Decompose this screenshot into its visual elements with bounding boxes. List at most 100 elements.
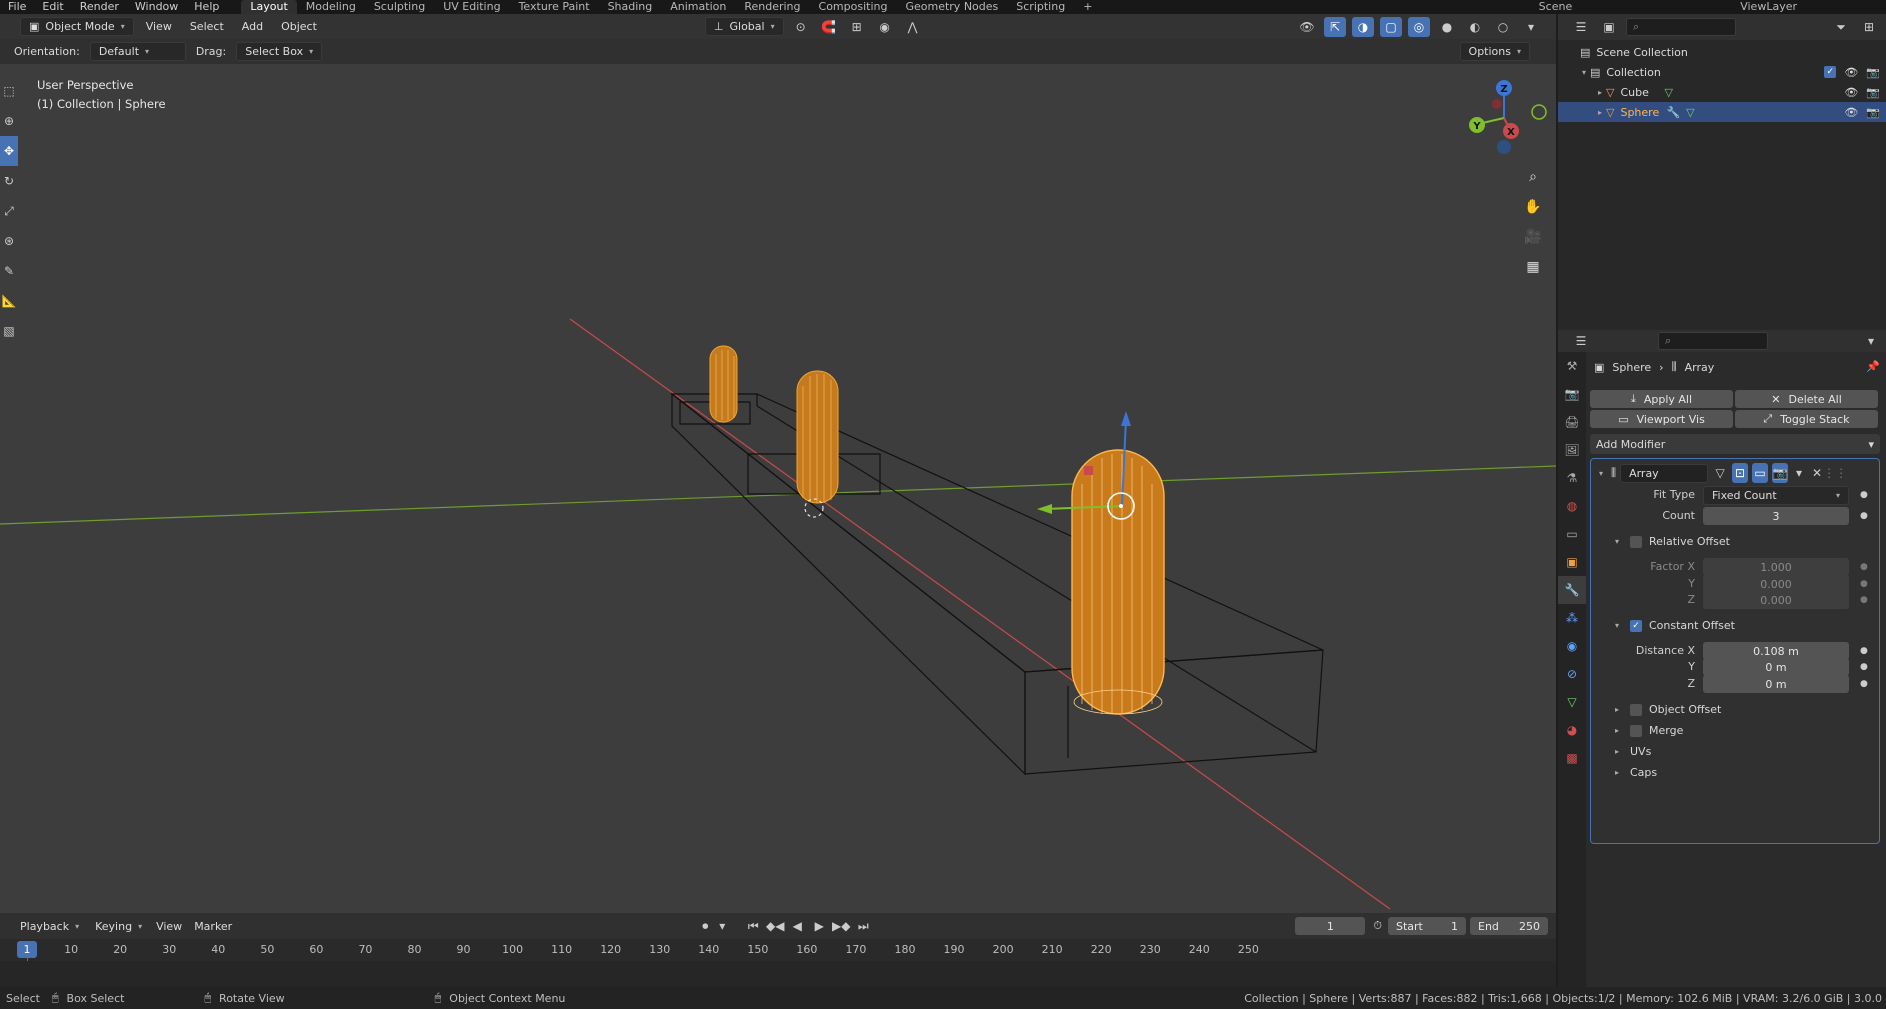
menu-help[interactable]: Help <box>186 0 227 14</box>
jump-start-icon[interactable]: ⏮ <box>742 916 764 936</box>
next-keyframe-icon[interactable]: ▶◆ <box>830 916 852 936</box>
viewport-toggle-icon[interactable]: ▭ <box>1752 463 1769 483</box>
object-offset-subpanel[interactable]: ▸ Object Offset <box>1611 703 1721 716</box>
tab-uv-editing[interactable]: UV Editing <box>434 0 509 14</box>
measure-tool-icon[interactable]: 📐 <box>0 286 18 316</box>
record-icon[interactable]: ⏺ <box>694 916 716 936</box>
overlay-toggle-icon[interactable]: ◑ <box>1352 16 1374 37</box>
delete-all-button[interactable]: ✕ Delete All <box>1735 390 1878 408</box>
shading-solid-icon[interactable]: ● <box>1436 17 1458 37</box>
eye-icon[interactable]: 👁 <box>1844 66 1858 79</box>
display-mode-icon[interactable]: ▣ <box>1598 17 1620 37</box>
expand-icon[interactable]: ▸ <box>1611 705 1623 714</box>
orientation-dropdown[interactable]: Default ▾ <box>89 42 186 61</box>
expand-icon[interactable]: ▸ <box>1594 108 1606 117</box>
pin-icon[interactable]: 📌 <box>1866 360 1880 373</box>
tab-rendering[interactable]: Rendering <box>735 0 809 14</box>
play-icon[interactable]: ▶ <box>808 916 830 936</box>
view-layer-selector[interactable]: ViewLayer <box>1731 0 1806 14</box>
factor-x-field[interactable]: 1.000 <box>1703 558 1849 576</box>
relative-offset-checkbox[interactable] <box>1630 535 1642 548</box>
grid-view-icon[interactable]: ▦ <box>1518 252 1548 282</box>
move-tool-icon[interactable]: ✥ <box>0 136 18 166</box>
tab-texture-paint[interactable]: Texture Paint <box>510 0 599 14</box>
object-tab-icon[interactable]: ▣ <box>1558 548 1586 576</box>
transform-tool-icon[interactable]: ⊛ <box>0 226 18 256</box>
expand-icon[interactable]: ▸ <box>1611 768 1623 777</box>
tab-layout[interactable]: Layout <box>241 0 297 14</box>
outliner-search-input[interactable]: ⌕ <box>1626 18 1736 36</box>
pivot-point-icon[interactable]: ⊙ <box>790 17 812 37</box>
new-collection-icon[interactable]: ⊞ <box>1858 17 1880 37</box>
constant-offset-subpanel[interactable]: ▾ ✓ Constant Offset <box>1611 619 1735 632</box>
xray-toggle-icon[interactable]: ▢ <box>1380 16 1402 37</box>
merge-subpanel[interactable]: ▸ Merge <box>1611 724 1683 737</box>
chevron-down-icon[interactable]: ▾ <box>716 916 728 936</box>
jump-end-icon[interactable]: ⏭ <box>852 916 874 936</box>
uvs-subpanel[interactable]: ▸ UVs <box>1611 745 1651 758</box>
material-tab-icon[interactable]: ◕ <box>1558 716 1586 744</box>
zoom-icon[interactable]: ⌕ <box>1518 162 1548 192</box>
collapse-icon[interactable]: ▾ <box>1595 469 1607 478</box>
output-tab-icon[interactable]: 🖨 <box>1558 408 1586 436</box>
render-camera-icon[interactable]: 📷 <box>1866 66 1880 79</box>
constant-offset-checkbox[interactable]: ✓ <box>1630 619 1642 632</box>
expand-icon[interactable]: ▸ <box>1611 726 1623 735</box>
toggle-stack-button[interactable]: ⤢ Toggle Stack <box>1735 410 1878 428</box>
object-offset-checkbox[interactable] <box>1630 703 1642 716</box>
expand-icon[interactable]: ▸ <box>1594 88 1606 97</box>
drag-handle-icon[interactable]: ⋮⋮ <box>1823 463 1847 483</box>
add-modifier-dropdown[interactable]: Add Modifier ▾ <box>1590 434 1880 454</box>
data-tab-icon[interactable]: ▽ <box>1558 688 1586 716</box>
fit-type-dropdown[interactable]: Fixed Count ▾ <box>1703 486 1849 505</box>
viewport-scene[interactable] <box>0 14 1556 913</box>
outliner-item-sphere[interactable]: ▸ ▽ Sphere 🔧 ▽ 👁 📷 <box>1558 102 1886 122</box>
outliner-item-collection[interactable]: ▾ ▤ Collection ✓ 👁 📷 <box>1558 62 1886 82</box>
transform-orientation-selector[interactable]: ⊥ Global ▾ <box>704 17 784 36</box>
drag-dropdown[interactable]: Select Box ▾ <box>236 42 323 61</box>
playback-menu[interactable]: Playback ▾ <box>12 917 87 936</box>
collapse-icon[interactable]: ▾ <box>1611 621 1623 630</box>
on-cage-toggle-icon[interactable]: ⊡ <box>1732 463 1749 483</box>
close-icon[interactable]: ✕ <box>1810 463 1824 483</box>
exclude-checkbox[interactable]: ✓ <box>1824 66 1837 78</box>
eye-icon[interactable]: 👁 <box>1844 86 1858 99</box>
factor-z-field[interactable]: 0.000 <box>1703 591 1849 609</box>
tab-modeling[interactable]: Modeling <box>297 0 365 14</box>
options-dropdown[interactable]: Options ▾ <box>1459 42 1530 61</box>
scale-tool-icon[interactable]: ⤢ <box>0 196 18 226</box>
select-tool-icon[interactable]: ⬚ <box>0 76 18 106</box>
keyframe-dot-icon[interactable]: ● <box>1860 490 1868 500</box>
edit-mode-toggle-icon[interactable]: ▽ <box>1712 463 1728 483</box>
editor-type-icon[interactable]: ☰ <box>1570 331 1592 351</box>
merge-checkbox[interactable] <box>1630 724 1642 737</box>
current-frame-field[interactable]: 1 <box>1295 917 1366 935</box>
collection-tab-icon[interactable]: ▭ <box>1558 520 1586 548</box>
camera-icon[interactable]: 🎥 <box>1518 222 1548 252</box>
distance-z-field[interactable]: 0 m <box>1703 675 1849 693</box>
menu-marker[interactable]: Marker <box>188 920 238 933</box>
menu-edit[interactable]: Edit <box>34 0 71 14</box>
apply-all-button[interactable]: ⤓ Apply All <box>1590 390 1733 408</box>
tool-tab-icon[interactable]: ⚒ <box>1558 352 1586 380</box>
tab-compositing[interactable]: Compositing <box>810 0 897 14</box>
cursor-tool-icon[interactable]: ⊕ <box>0 106 18 136</box>
properties-search-input[interactable]: ⌕ <box>1658 332 1768 350</box>
menu-object[interactable]: Object <box>275 20 323 33</box>
outliner-item-scene-collection[interactable]: ▤ Scene Collection <box>1558 42 1886 62</box>
rotate-tool-icon[interactable]: ↻ <box>0 166 18 196</box>
particles-tab-icon[interactable]: ⁂ <box>1558 604 1586 632</box>
menu-window[interactable]: Window <box>127 0 186 14</box>
play-reverse-icon[interactable]: ◀ <box>786 916 808 936</box>
keyframe-dot-icon[interactable]: ● <box>1860 679 1868 689</box>
texture-tab-icon[interactable]: ▩ <box>1558 744 1586 772</box>
pan-hand-icon[interactable]: ✋ <box>1518 192 1548 222</box>
tab-geometry-nodes[interactable]: Geometry Nodes <box>896 0 1007 14</box>
render-toggle-icon[interactable]: 📷 <box>1772 463 1789 483</box>
scene-tab-icon[interactable]: ⚗ <box>1558 464 1586 492</box>
keyframe-dot-icon[interactable]: ● <box>1860 662 1868 672</box>
shading-wireframe-icon[interactable]: ◎ <box>1408 16 1430 37</box>
menu-render[interactable]: Render <box>72 0 127 14</box>
relative-offset-subpanel[interactable]: ▾ Relative Offset <box>1611 535 1730 548</box>
distance-y-field[interactable]: 0 m <box>1703 658 1849 676</box>
